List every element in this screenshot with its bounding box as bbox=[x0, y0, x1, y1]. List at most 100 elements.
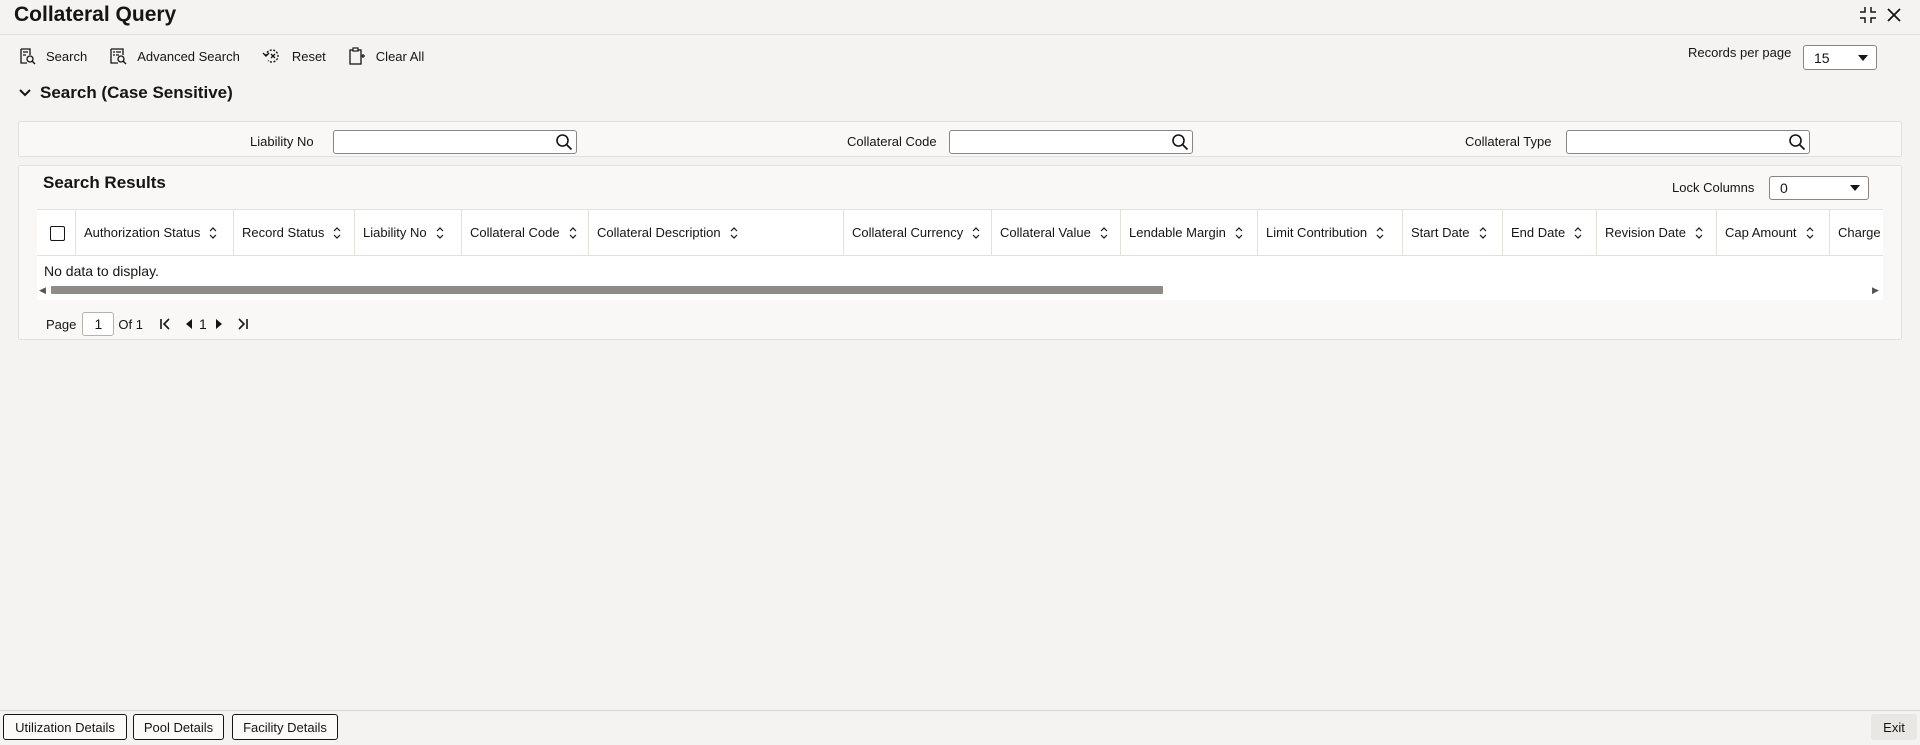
scroll-left-icon[interactable]: ◀ bbox=[39, 285, 46, 296]
column-label: Liability No bbox=[363, 225, 427, 240]
select-all-checkbox[interactable] bbox=[50, 226, 65, 241]
select-all-cell bbox=[37, 210, 76, 255]
column-record-status[interactable]: Record Status bbox=[234, 210, 355, 255]
pagination: Page 1 Of 1 1 bbox=[46, 312, 249, 336]
sort-icon bbox=[972, 226, 980, 239]
current-page-number: 1 bbox=[198, 316, 207, 332]
sort-icon bbox=[1479, 226, 1486, 239]
last-page-icon[interactable] bbox=[237, 318, 249, 330]
horizontal-scrollbar[interactable]: ◀ ▶ bbox=[37, 283, 1883, 297]
column-label: Collateral Currency bbox=[852, 225, 964, 240]
table-header: Authorization Status Record Status Liabi… bbox=[37, 210, 1883, 256]
column-label: Authorization Status bbox=[84, 225, 201, 240]
lock-columns-select[interactable]: 0 bbox=[1769, 176, 1869, 200]
search-doc-icon bbox=[20, 48, 36, 65]
clear-all-button[interactable]: Clear All bbox=[348, 47, 424, 65]
search-button[interactable]: Search bbox=[18, 47, 87, 65]
advanced-search-button[interactable]: Advanced Search bbox=[109, 47, 240, 65]
search-button-label: Search bbox=[46, 48, 88, 64]
clear-all-label: Clear All bbox=[375, 48, 425, 64]
first-page-icon[interactable] bbox=[159, 318, 171, 330]
scrollbar-thumb[interactable] bbox=[51, 286, 1163, 294]
collapse-icon[interactable] bbox=[1857, 4, 1879, 26]
pool-details-button[interactable]: Pool Details bbox=[133, 714, 224, 740]
sort-icon bbox=[1376, 226, 1384, 239]
toolbar: Search Advanced Search Reset Clear All bbox=[18, 44, 446, 68]
records-per-page-label: Records per page bbox=[1688, 45, 1792, 60]
column-label: Collateral Code bbox=[470, 225, 560, 240]
reset-button[interactable]: Reset bbox=[262, 47, 326, 65]
column-authorization-status[interactable]: Authorization Status bbox=[76, 210, 234, 255]
column-liability-no[interactable]: Liability No bbox=[355, 210, 462, 255]
column-label: Collateral Value bbox=[1000, 225, 1091, 240]
title-bar: Collateral Query bbox=[0, 0, 1920, 34]
column-label: Revision Date bbox=[1605, 225, 1686, 240]
sort-icon bbox=[1235, 226, 1243, 239]
column-label: Start Date bbox=[1411, 225, 1470, 240]
utilization-details-button[interactable]: Utilization Details bbox=[3, 714, 127, 740]
search-section-toggle[interactable]: Search (Case Sensitive) bbox=[18, 83, 233, 103]
search-icon[interactable] bbox=[1788, 133, 1806, 154]
sort-icon bbox=[1100, 226, 1108, 239]
chevron-down-icon bbox=[1858, 54, 1868, 61]
page-of-label: Of 1 bbox=[118, 316, 143, 332]
column-label: Collateral Description bbox=[597, 225, 721, 240]
liability-no-input[interactable] bbox=[333, 130, 577, 154]
search-results-title: Search Results bbox=[43, 173, 166, 192]
sort-icon bbox=[1695, 226, 1703, 239]
reset-button-label: Reset bbox=[291, 48, 326, 64]
records-per-page-select[interactable]: 15 bbox=[1803, 45, 1877, 70]
search-icon[interactable] bbox=[555, 133, 573, 154]
page-title: Collateral Query bbox=[14, 3, 177, 26]
column-end-date[interactable]: End Date bbox=[1503, 210, 1597, 255]
column-label: End Date bbox=[1511, 225, 1566, 240]
sort-icon bbox=[730, 226, 737, 239]
sort-icon bbox=[1806, 226, 1813, 239]
results-table: Authorization Status Record Status Liabi… bbox=[37, 209, 1883, 300]
exit-button[interactable]: Exit bbox=[1871, 714, 1917, 740]
sort-icon bbox=[1574, 226, 1582, 239]
sort-icon bbox=[569, 226, 577, 239]
lock-columns-label: Lock Columns bbox=[1672, 180, 1755, 195]
advanced-search-icon bbox=[110, 48, 127, 65]
column-limit-contribution[interactable]: Limit Contribution bbox=[1258, 210, 1403, 255]
facility-details-button[interactable]: Facility Details bbox=[232, 714, 338, 740]
scroll-right-icon[interactable]: ▶ bbox=[1872, 285, 1879, 296]
column-revision-date[interactable]: Revision Date bbox=[1597, 210, 1717, 255]
column-collateral-code[interactable]: Collateral Code bbox=[462, 210, 589, 255]
advanced-search-label: Advanced Search bbox=[137, 48, 240, 64]
liability-no-label: Liability No bbox=[250, 134, 314, 149]
search-icon[interactable] bbox=[1171, 133, 1189, 154]
next-page-icon[interactable] bbox=[215, 319, 223, 329]
lock-columns-value: 0 bbox=[1780, 180, 1788, 196]
collateral-type-input[interactable] bbox=[1566, 130, 1810, 154]
column-cap-amount[interactable]: Cap Amount bbox=[1717, 210, 1830, 255]
column-label: Charge T bbox=[1838, 225, 1883, 240]
column-label: Lendable Margin bbox=[1129, 225, 1226, 240]
column-start-date[interactable]: Start Date bbox=[1403, 210, 1503, 255]
records-per-page-value: 15 bbox=[1814, 49, 1830, 66]
page-label: Page bbox=[46, 316, 77, 332]
collateral-code-input[interactable] bbox=[949, 130, 1193, 154]
clipboard-icon bbox=[349, 47, 365, 65]
title-divider bbox=[0, 34, 1920, 35]
search-section-title: Search (Case Sensitive) bbox=[40, 83, 233, 102]
column-label: Record Status bbox=[242, 225, 325, 240]
column-label: Cap Amount bbox=[1725, 225, 1797, 240]
collateral-type-label: Collateral Type bbox=[1465, 134, 1552, 149]
column-charge-type[interactable]: Charge T bbox=[1830, 210, 1883, 255]
close-icon[interactable] bbox=[1883, 4, 1905, 26]
column-collateral-currency[interactable]: Collateral Currency bbox=[844, 210, 992, 255]
reset-icon bbox=[262, 49, 279, 63]
chevron-down-icon bbox=[1850, 185, 1860, 191]
sort-icon bbox=[436, 226, 444, 239]
column-collateral-value[interactable]: Collateral Value bbox=[992, 210, 1121, 255]
empty-message: No data to display. bbox=[44, 263, 159, 279]
column-label: Limit Contribution bbox=[1266, 225, 1368, 240]
column-lendable-margin[interactable]: Lendable Margin bbox=[1121, 210, 1258, 255]
column-collateral-description[interactable]: Collateral Description bbox=[589, 210, 844, 255]
previous-page-icon[interactable] bbox=[185, 319, 193, 329]
collateral-code-label: Collateral Code bbox=[847, 134, 937, 149]
page-input[interactable]: 1 bbox=[82, 312, 115, 336]
chevron-down-icon bbox=[19, 89, 31, 97]
